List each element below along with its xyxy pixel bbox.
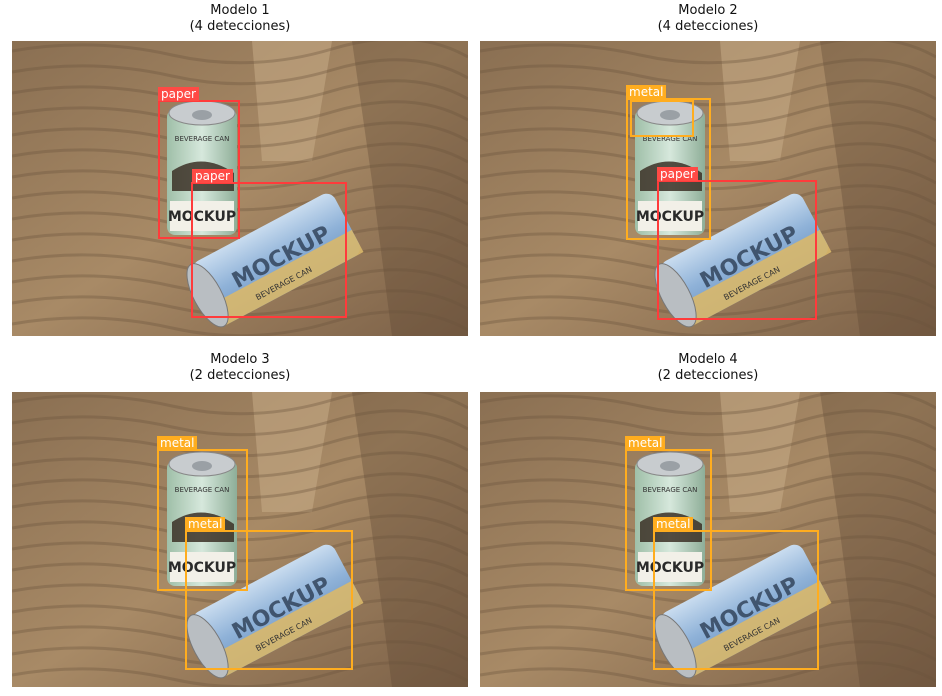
model-name: Modelo 3 [210, 352, 270, 367]
detection-photo: MOCKUP BEVERAGE CAN MOCKUP BEVERAGE CAN met… [12, 392, 468, 687]
model-name: Modelo 1 [210, 3, 270, 18]
detection-box [191, 182, 347, 318]
detection-count: (2 detecciones) [189, 368, 291, 383]
detection-count: (4 detecciones) [189, 19, 291, 34]
model-name: Modelo 4 [678, 352, 738, 367]
detection-box [657, 180, 817, 320]
detection-box [185, 530, 353, 670]
detection-photo: MOCKUP BEVERAGE CAN MOCKUP BEVERAGE CAN met… [480, 392, 936, 687]
detection-label: metal [157, 436, 198, 450]
panel-title: Modelo 3 (2 detecciones) [12, 352, 468, 384]
detection-label: paper [657, 167, 698, 181]
detection-count: (4 detecciones) [657, 19, 759, 34]
detection-photo: MOCKUP BEVERAGE CAN MOCKUP BEVERAGE CAN pap… [12, 41, 468, 336]
panel-title: Modelo 4 (2 detecciones) [480, 352, 936, 384]
detection-label: metal [653, 517, 694, 531]
panel-title: Modelo 2 (4 detecciones) [480, 3, 936, 35]
panel-title: Modelo 1 (4 detecciones) [12, 3, 468, 35]
detection-box [653, 530, 819, 670]
detection-box [630, 100, 694, 137]
model-name: Modelo 2 [678, 3, 738, 18]
detection-label: paper [158, 87, 199, 101]
detection-label: paper [192, 169, 233, 183]
detection-label: metal [626, 85, 667, 99]
detection-photo: MOCKUP BEVERAGE CAN MOCKUP BEVERAGE CAN met… [480, 41, 936, 336]
detection-label: metal [625, 436, 666, 450]
detection-label: metal [185, 517, 226, 531]
detection-count: (2 detecciones) [657, 368, 759, 383]
